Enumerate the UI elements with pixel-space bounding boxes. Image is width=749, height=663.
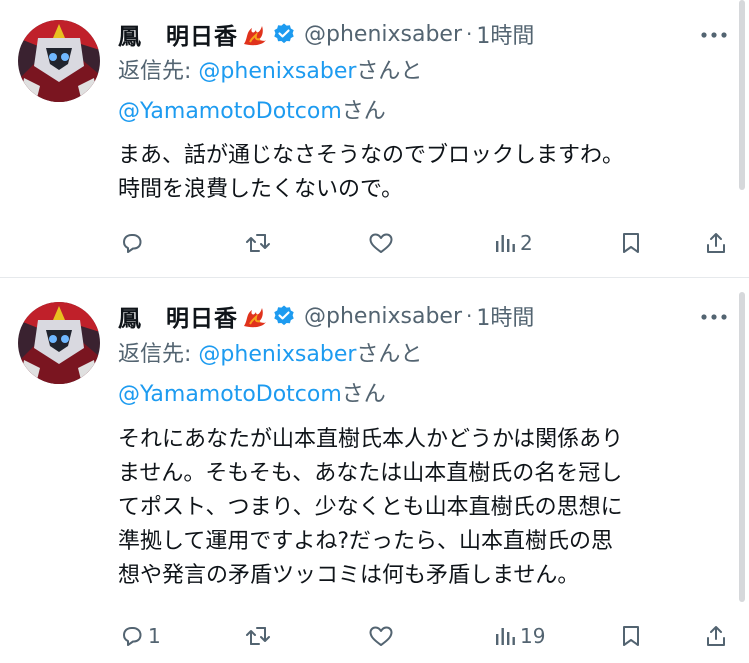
share-button[interactable] bbox=[704, 616, 728, 656]
action-bar: 2 bbox=[0, 223, 749, 263]
reply-button[interactable] bbox=[120, 223, 148, 263]
views-button[interactable]: 2 bbox=[494, 223, 533, 263]
more-options-icon[interactable] bbox=[694, 20, 734, 50]
views-icon bbox=[494, 231, 516, 255]
tweet-text-line: それにあなたが山本直樹氏本人かどうかは関係あり bbox=[118, 427, 624, 452]
phoenix-emoji-icon bbox=[240, 20, 268, 48]
separator: · bbox=[466, 22, 473, 46]
reply-user-link[interactable]: @YamamotoDotcom bbox=[118, 99, 342, 124]
tweet-text-line: 準拠して運用ですよね?だったら、山本直樹氏の思 bbox=[118, 529, 614, 554]
reply-button[interactable]: 1 bbox=[120, 616, 161, 656]
tweet-text-line: 時間を浪費したくないので。 bbox=[118, 177, 404, 202]
reply-mid: さんと bbox=[356, 59, 423, 84]
reply-icon bbox=[120, 231, 144, 255]
retweet-icon bbox=[244, 624, 272, 648]
tweet-text-line: ません。そもそも、あなたは山本直樹氏の名を冠し bbox=[118, 461, 623, 486]
reply-suffix: さん bbox=[341, 382, 386, 407]
tweet-text-line: まあ、話が通じなさそうなのでブロックしますわ。 bbox=[118, 143, 625, 168]
scrollbar[interactable] bbox=[739, 0, 745, 190]
retweet-icon bbox=[244, 231, 272, 255]
tweet-1[interactable]: 鳳 明日香 @phenixsaber · 1時間 返信先: @phenixsab… bbox=[0, 0, 749, 278]
share-icon bbox=[704, 624, 728, 648]
reply-user-link[interactable]: @phenixsaber bbox=[198, 342, 356, 367]
reply-user-link[interactable]: @YamamotoDotcom bbox=[118, 382, 342, 407]
like-button[interactable] bbox=[368, 223, 398, 263]
display-name[interactable]: 鳳 明日香 bbox=[118, 17, 238, 51]
reply-context: 返信先: @phenixsaberさんと @YamamotoDotcomさん bbox=[118, 338, 728, 412]
timestamp[interactable]: 1時間 bbox=[476, 18, 534, 50]
tweet-2[interactable]: 鳳 明日香 @phenixsaber · 1時間 返信先: @phenixsab… bbox=[0, 278, 749, 663]
bookmark-button[interactable] bbox=[620, 223, 642, 263]
reply-mid: さんと bbox=[356, 342, 423, 367]
bookmark-icon bbox=[620, 624, 642, 648]
retweet-button[interactable] bbox=[244, 616, 276, 656]
action-bar: 1 19 bbox=[0, 616, 749, 656]
reply-suffix: さん bbox=[341, 99, 386, 124]
reply-icon bbox=[120, 624, 144, 648]
more-options-icon[interactable] bbox=[694, 302, 734, 332]
avatar[interactable] bbox=[18, 20, 100, 102]
reply-context: 返信先: @phenixsaberさんと @YamamotoDotcomさん bbox=[118, 55, 728, 129]
view-count: 2 bbox=[520, 231, 533, 255]
share-button[interactable] bbox=[704, 223, 728, 263]
tweet-text-line: てポスト、つまり、少なくとも山本直樹氏の思想に bbox=[118, 495, 623, 520]
display-name[interactable]: 鳳 明日香 bbox=[118, 299, 238, 333]
tweet-header: 鳳 明日香 @phenixsaber · 1時間 bbox=[118, 296, 534, 336]
separator: · bbox=[466, 304, 473, 328]
like-icon bbox=[368, 624, 394, 648]
bookmark-icon bbox=[620, 231, 642, 255]
handle[interactable]: @phenixsaber bbox=[304, 22, 462, 47]
like-icon bbox=[368, 231, 394, 255]
tweet-header: 鳳 明日香 @phenixsaber · 1時間 bbox=[118, 14, 534, 54]
tweet-text: それにあなたが山本直樹氏本人かどうかは関係あり ません。そもそも、あなたは山本直… bbox=[118, 423, 728, 593]
handle[interactable]: @phenixsaber bbox=[304, 304, 462, 329]
phoenix-emoji-icon bbox=[240, 302, 268, 330]
views-icon bbox=[494, 624, 516, 648]
views-button[interactable]: 19 bbox=[494, 616, 545, 656]
bookmark-button[interactable] bbox=[620, 616, 642, 656]
tweet-text: まあ、話が通じなさそうなのでブロックしますわ。 時間を浪費したくないので。 bbox=[118, 139, 728, 207]
share-icon bbox=[704, 231, 728, 255]
like-button[interactable] bbox=[368, 616, 398, 656]
timestamp[interactable]: 1時間 bbox=[476, 300, 534, 332]
reply-count: 1 bbox=[148, 624, 161, 648]
reply-prefix: 返信先: bbox=[118, 342, 199, 367]
view-count: 19 bbox=[520, 624, 546, 648]
tweet-text-line: 想や発言の矛盾ツッコミは何も矛盾しません。 bbox=[118, 563, 580, 588]
reply-prefix: 返信先: bbox=[118, 59, 199, 84]
avatar[interactable] bbox=[18, 302, 100, 384]
reply-user-link[interactable]: @phenixsaber bbox=[198, 59, 356, 84]
retweet-button[interactable] bbox=[244, 223, 276, 263]
verified-badge-icon bbox=[272, 22, 296, 46]
verified-badge-icon bbox=[272, 304, 296, 328]
